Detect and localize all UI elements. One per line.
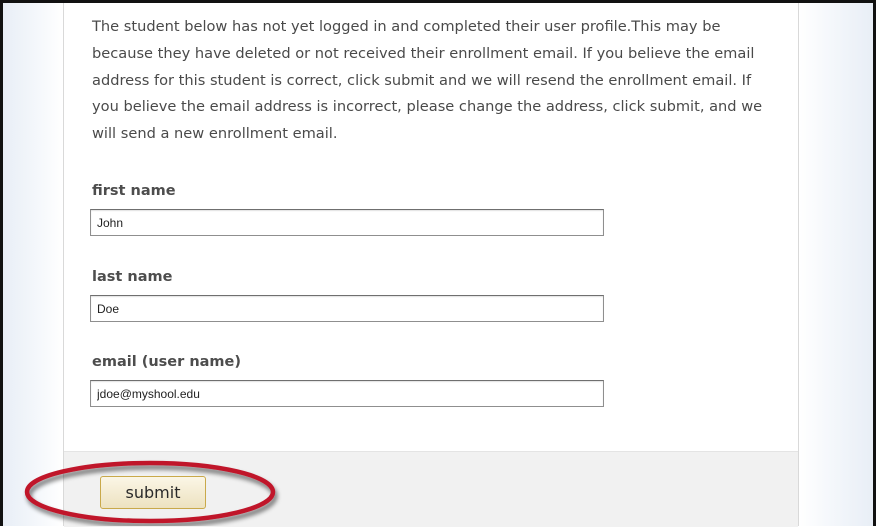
page-background-left [3,3,63,526]
instructions-text: The student below has not yet logged in … [92,18,763,143]
first-name-label: first name [92,183,176,199]
email-label: email (user name) [92,354,242,370]
last-name-input[interactable] [90,295,604,322]
email-input[interactable] [90,380,604,407]
page-background-right [799,3,873,526]
submit-button[interactable]: submit [100,476,206,509]
last-name-label: last name [92,269,173,285]
first-name-input[interactable] [90,209,604,236]
